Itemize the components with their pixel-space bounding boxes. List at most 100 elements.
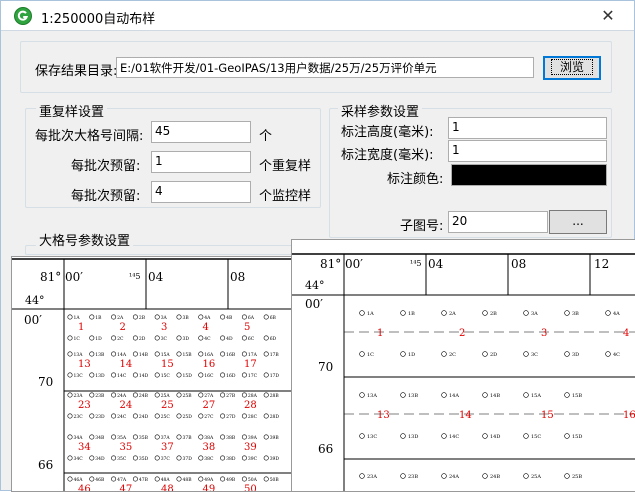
- sample-point: [154, 434, 160, 440]
- bigcell-legend: 大格号参数设置: [36, 230, 134, 249]
- subfig-input[interactable]: 20: [448, 211, 548, 233]
- sample-sublabel: 2A: [117, 315, 124, 321]
- sample-point: [132, 413, 138, 419]
- sample-point: [67, 434, 73, 440]
- sample-sublabel: 1D: [408, 352, 415, 358]
- sample-number: 4: [623, 328, 629, 339]
- monitor-reserve-input[interactable]: 4: [151, 181, 251, 203]
- sample-number: 3: [161, 322, 167, 333]
- sample-sublabel: 13D: [95, 373, 105, 379]
- sample-sublabel: 14D: [139, 373, 149, 379]
- sample-point: [441, 473, 447, 479]
- close-icon[interactable]: ✕: [597, 5, 619, 27]
- sample-point: [263, 314, 269, 320]
- sample-number: 4: [203, 322, 209, 333]
- sample-point: [400, 351, 406, 357]
- sample-sublabel: 34A: [74, 435, 84, 441]
- sample-sublabel: 2C: [117, 336, 124, 342]
- map-left-canvas: 81° 00′ ¹⁴5 04 08 44° 00′ 70 66 1A 1B 2A 2B 3A 3B 4A 4B 6…: [12, 258, 298, 491]
- sample-sublabel: 1C: [74, 336, 81, 342]
- monitor-reserve-label: 每批次预留:: [71, 189, 141, 204]
- lat-label: 00′: [305, 297, 323, 311]
- sample-sublabel: 25C: [161, 414, 171, 420]
- sample-point: [89, 372, 95, 378]
- sample-sublabel: 24D: [139, 414, 149, 420]
- sample-number: 28: [244, 400, 257, 411]
- lon-label: 81°: [320, 257, 341, 271]
- sample-point: [111, 351, 117, 357]
- repeat-reserve-label: 每批次预留:: [71, 159, 141, 174]
- interval-label: 每批次大格号间隔:: [35, 129, 144, 144]
- width-label: 标注宽度(毫米):: [341, 148, 434, 163]
- sample-point: [220, 351, 226, 357]
- sample-point: [605, 351, 611, 357]
- subfig-more-button[interactable]: ...: [549, 210, 607, 234]
- sample-point: [241, 413, 247, 419]
- sample-sublabel: 6A: [248, 315, 255, 321]
- sample-sublabel: 25A: [161, 393, 171, 399]
- sample-sublabel: 27D: [226, 414, 236, 420]
- sample-sublabel: 15A: [531, 393, 541, 399]
- sample-sublabel: 28B: [270, 393, 280, 399]
- sample-sublabel: 14B: [139, 352, 149, 358]
- browse-button[interactable]: 浏览: [543, 56, 601, 80]
- sample-sublabel: 13D: [408, 434, 418, 440]
- width-input[interactable]: 1: [448, 140, 607, 162]
- output-dir-input[interactable]: E:/01软件开发/01-GeoIPAS/13用户数据/25万/25万评价单元: [116, 57, 534, 78]
- monitor-reserve-unit: 个监控样: [259, 189, 312, 204]
- sample-point: [132, 476, 138, 482]
- sample-sublabel: 38B: [226, 435, 236, 441]
- sample-point: [198, 335, 204, 341]
- sample-sublabel: 28D: [270, 414, 280, 420]
- sample-point: [564, 392, 570, 398]
- sample-number: 35: [120, 442, 133, 453]
- sample-point: [220, 335, 226, 341]
- sample-sublabel: 35C: [117, 456, 127, 462]
- interval-input[interactable]: 45: [151, 121, 251, 143]
- sample-sublabel: 3A: [531, 311, 538, 317]
- sample-point: [523, 351, 529, 357]
- sample-sublabel: 34B: [95, 435, 105, 441]
- sample-point: [89, 351, 95, 357]
- sample-point: [132, 392, 138, 398]
- sample-point: [359, 392, 365, 398]
- resample-legend: 重复样设置: [36, 101, 108, 120]
- sample-sublabel: 14A: [117, 352, 127, 358]
- sample-sublabel: 3D: [572, 352, 579, 358]
- sample-sublabel: 27A: [204, 393, 214, 399]
- sample-point: [176, 413, 182, 419]
- sample-number: 38: [203, 442, 216, 453]
- sample-point: [400, 310, 406, 316]
- sample-number: 24: [120, 400, 133, 411]
- sample-sublabel: 17B: [270, 352, 280, 358]
- sample-number: 2: [120, 322, 126, 333]
- height-input[interactable]: 1: [448, 117, 607, 139]
- sample-sublabel: 4A: [613, 311, 620, 317]
- sample-sublabel: 15B: [183, 352, 193, 358]
- repeat-reserve-input[interactable]: 1: [151, 151, 251, 173]
- sample-point: [111, 476, 117, 482]
- sample-point: [220, 372, 226, 378]
- sample-number: 2: [459, 328, 465, 339]
- sample-sublabel: 6D: [270, 336, 277, 342]
- sample-point: [241, 372, 247, 378]
- color-label: 标注颜色:: [387, 172, 444, 187]
- sample-point: [111, 392, 117, 398]
- sample-sublabel: 25D: [183, 414, 193, 420]
- sample-point: [89, 392, 95, 398]
- sample-number: 15: [161, 359, 174, 370]
- sample-sublabel: 38A: [204, 435, 214, 441]
- sample-sublabel: 2A: [449, 311, 456, 317]
- sample-number: 3: [541, 328, 547, 339]
- sample-sublabel: 2D: [139, 336, 146, 342]
- color-swatch[interactable]: [451, 164, 607, 186]
- lat-label: 66: [38, 458, 53, 472]
- sample-sublabel: 24C: [117, 414, 127, 420]
- sample-sublabel: 37C: [161, 456, 171, 462]
- window-title: 1:250000自动布样: [41, 12, 156, 27]
- sample-point: [263, 476, 269, 482]
- sample-point: [154, 372, 160, 378]
- sample-sublabel: 3D: [183, 336, 190, 342]
- sample-sublabel: 48A: [161, 477, 171, 483]
- sample-point: [482, 473, 488, 479]
